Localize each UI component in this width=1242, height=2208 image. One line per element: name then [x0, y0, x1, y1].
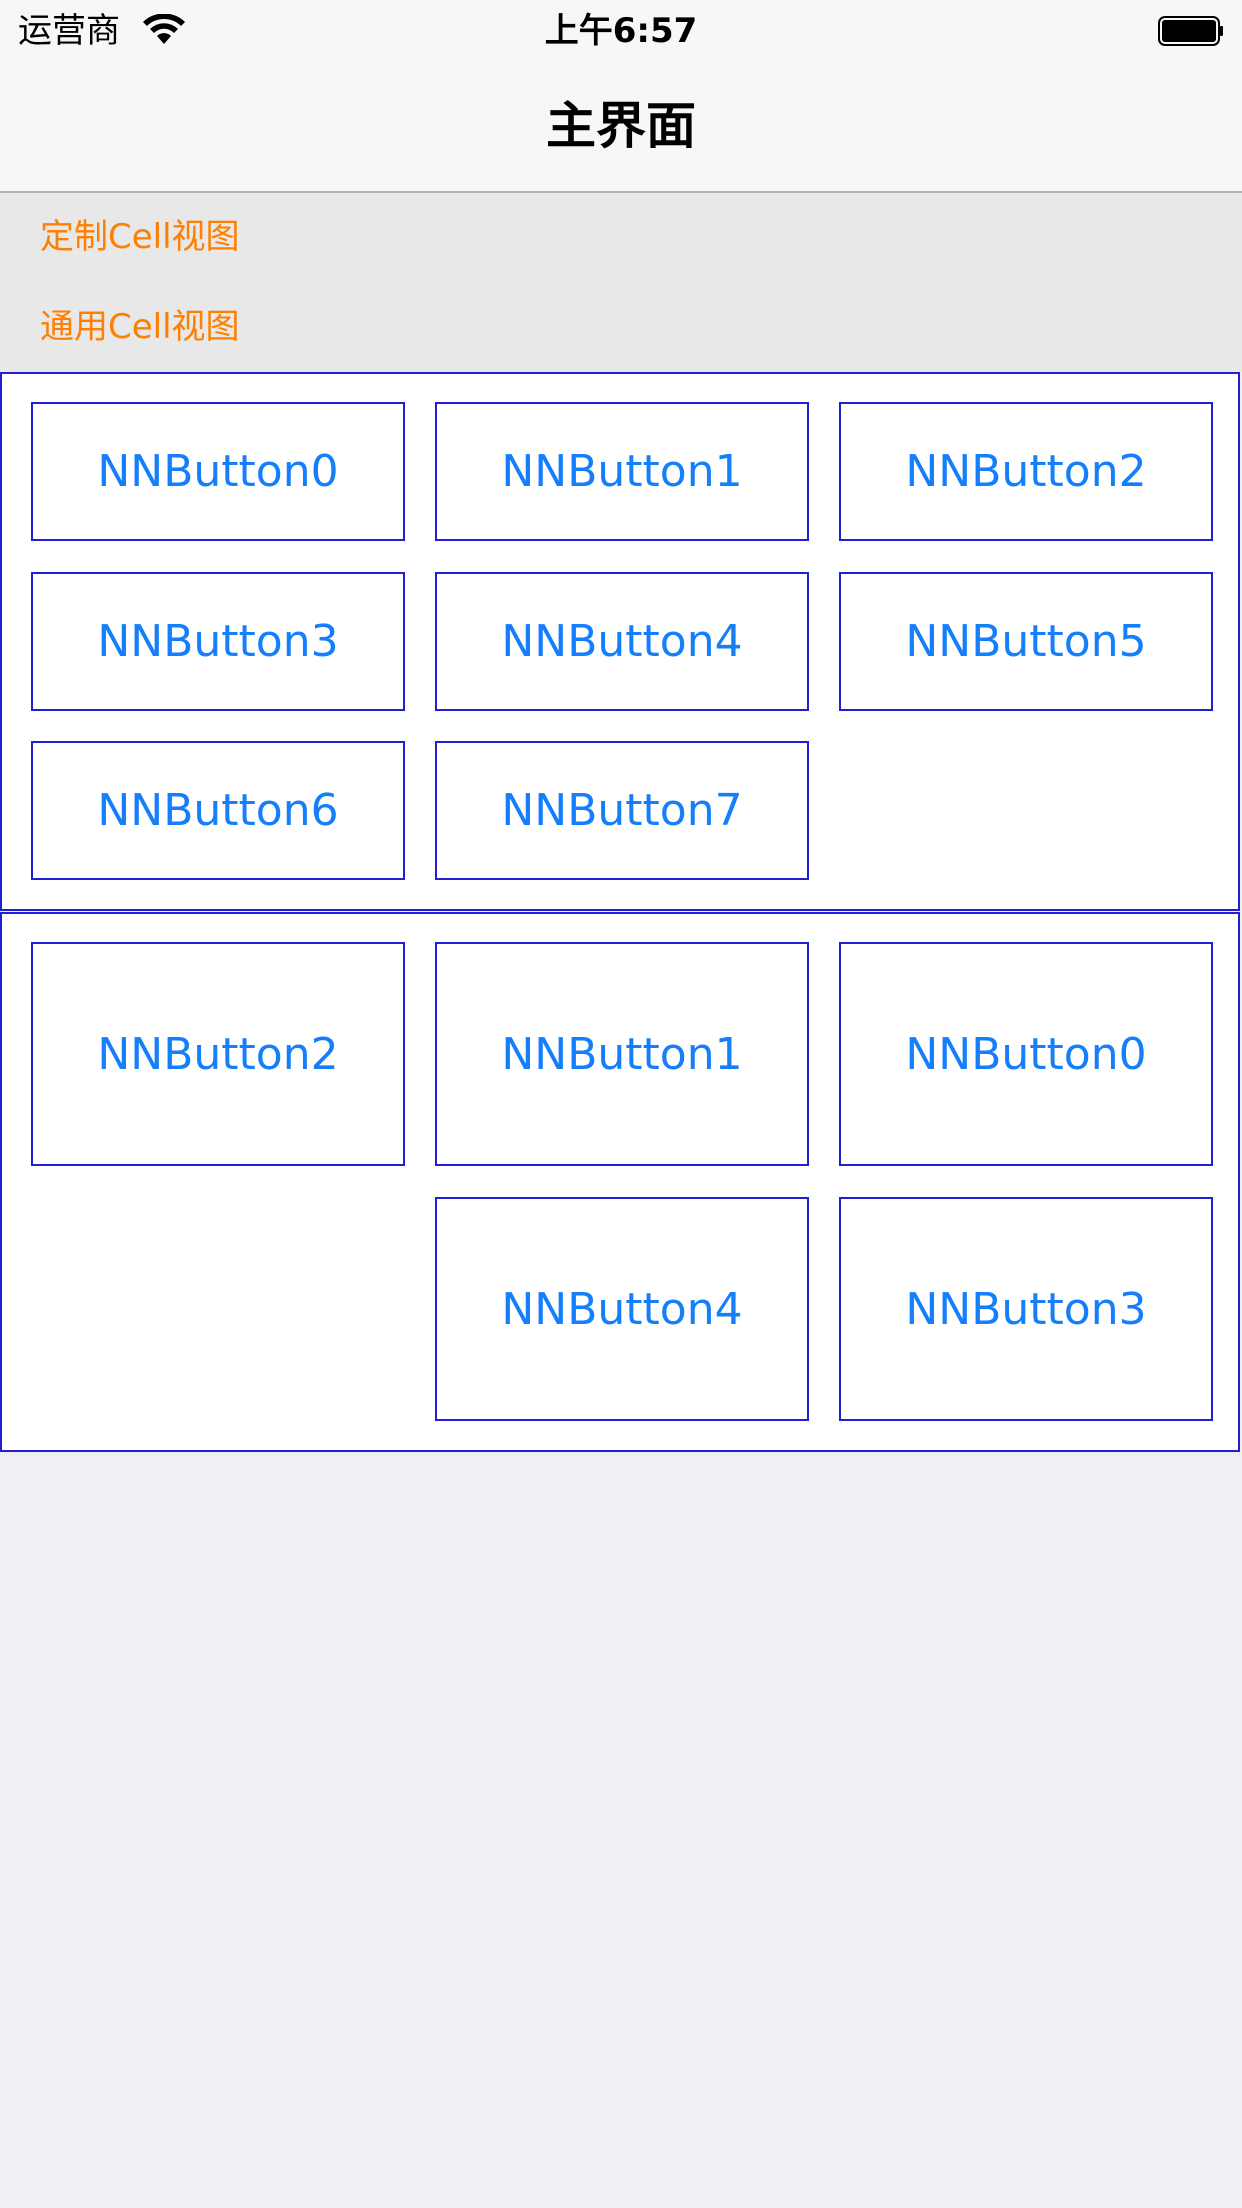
page-title: 主界面 — [546, 97, 696, 155]
grid1-button-0[interactable]: NNButton0 — [31, 402, 405, 541]
status-time: 上午6:57 — [544, 11, 698, 51]
generic-cell-view-link[interactable]: 通用Cell视图 — [40, 305, 240, 349]
battery-icon — [1158, 16, 1223, 46]
grid1-button-4[interactable]: NNButton4 — [435, 572, 809, 711]
custom-cell-view-link[interactable]: 定制Cell视图 — [40, 215, 240, 259]
grid2-button-1[interactable]: NNButton1 — [435, 942, 809, 1166]
grid2-button-4[interactable]: NNButton3 — [839, 1197, 1213, 1421]
button-grid-2: NNButton2 NNButton1 NNButton0 NNButton4 … — [0, 912, 1240, 1452]
grid1-button-2[interactable]: NNButton2 — [839, 402, 1213, 541]
grid1-button-5[interactable]: NNButton5 — [839, 572, 1213, 711]
link-list: 定制Cell视图 通用Cell视图 — [0, 193, 1242, 372]
grid1-button-7[interactable]: NNButton7 — [435, 741, 809, 880]
grid1-button-6[interactable]: NNButton6 — [31, 741, 405, 880]
status-bar: 运营商 上午6:57 — [0, 0, 1242, 60]
grid1-button-1[interactable]: NNButton1 — [435, 402, 809, 541]
grid2-button-0[interactable]: NNButton2 — [31, 942, 405, 1166]
grid2-button-3[interactable]: NNButton4 — [435, 1197, 809, 1421]
button-grid-1: NNButton0 NNButton1 NNButton2 NNButton3 … — [0, 372, 1240, 911]
grid1-button-3[interactable]: NNButton3 — [31, 572, 405, 711]
grid2-button-2[interactable]: NNButton0 — [839, 942, 1213, 1166]
navigation-bar: 主界面 — [0, 60, 1242, 193]
